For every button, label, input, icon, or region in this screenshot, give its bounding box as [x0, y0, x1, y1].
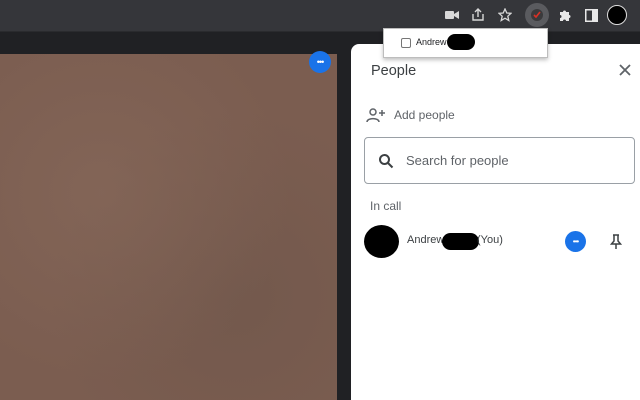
- in-call-heading: In call: [370, 199, 402, 213]
- redaction-mark: [447, 34, 475, 50]
- sidebar-icon[interactable]: [579, 4, 603, 26]
- share-icon[interactable]: [466, 4, 490, 26]
- pin-icon: [610, 234, 622, 249]
- person-add-icon: [366, 108, 385, 123]
- panel-title: People: [371, 63, 417, 79]
- participant-name: Andrew: [407, 234, 445, 246]
- search-input[interactable]: [404, 152, 608, 169]
- participant-you-label: (You): [477, 234, 503, 246]
- video-more-options-button[interactable]: •••: [309, 51, 331, 73]
- add-people-button[interactable]: Add people: [366, 104, 455, 126]
- puzzle-icon[interactable]: [553, 4, 577, 26]
- participant-more-options-button[interactable]: •••: [565, 231, 586, 252]
- more-horiz-icon: •••: [316, 56, 325, 67]
- search-icon: [378, 153, 394, 169]
- close-icon: [619, 64, 631, 76]
- participant-row: Andrew (You) •••: [351, 222, 640, 262]
- pin-button[interactable]: [607, 232, 625, 252]
- more-horiz-icon: •••: [572, 237, 579, 246]
- close-button[interactable]: [615, 60, 635, 80]
- add-people-label: Add people: [394, 108, 455, 122]
- checkbox-label: Andrew: [416, 37, 447, 47]
- extension-active-icon[interactable]: [525, 3, 549, 27]
- avatar: [364, 225, 399, 258]
- search-box: [364, 137, 635, 184]
- profile-avatar[interactable]: [607, 5, 627, 25]
- people-panel: People Add people In call Andrew (You) •…: [351, 44, 640, 400]
- star-icon[interactable]: [493, 4, 517, 26]
- participant-checkbox[interactable]: [401, 38, 411, 48]
- redaction-mark: [442, 233, 479, 250]
- camera-icon[interactable]: [440, 4, 464, 26]
- video-tile: [0, 54, 337, 400]
